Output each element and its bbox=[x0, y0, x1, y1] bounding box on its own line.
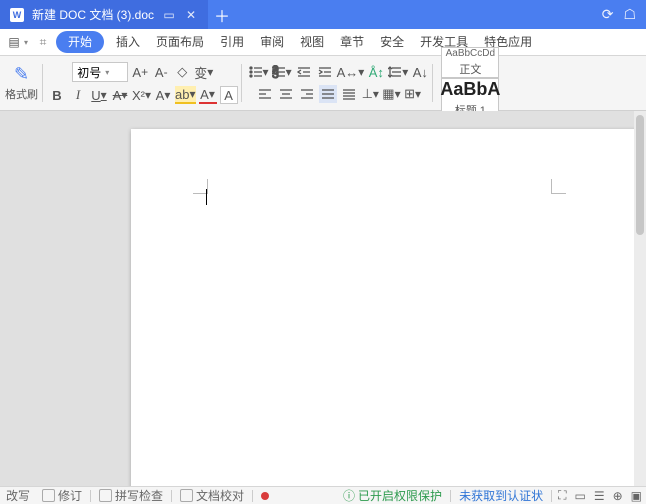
document-tab-title: 新建 DOC 文档 (3).doc bbox=[32, 6, 154, 23]
menu-page-layout[interactable]: 页面布局 bbox=[148, 29, 212, 56]
status-record[interactable] bbox=[255, 492, 275, 500]
web-layout-icon[interactable]: ⊕ bbox=[609, 489, 627, 503]
quick-access-icon[interactable]: ⌗ bbox=[34, 35, 52, 50]
tab-close-icon[interactable]: ✕ bbox=[184, 8, 198, 22]
underline-button[interactable]: U▾ bbox=[90, 86, 108, 104]
svg-text:3: 3 bbox=[272, 67, 279, 79]
menu-insert[interactable]: 插入 bbox=[108, 29, 148, 56]
menu-home[interactable]: 开始 bbox=[56, 31, 104, 53]
print-layout-icon[interactable]: ▭ bbox=[570, 489, 589, 503]
superscript-button[interactable]: X²▾ bbox=[132, 86, 151, 104]
strikethrough-button[interactable]: A▾ bbox=[111, 86, 129, 104]
text-effects-button[interactable]: A▾ bbox=[154, 86, 172, 104]
numbering-button[interactable]: 123▾ bbox=[272, 63, 292, 81]
font-size-value: 初号 bbox=[77, 64, 101, 81]
outline-view-icon[interactable]: ☰ bbox=[590, 489, 609, 503]
file-menu-dropdown-icon[interactable]: ▾ bbox=[24, 38, 34, 47]
menu-view[interactable]: 视图 bbox=[292, 29, 332, 56]
style-body-label: 正文 bbox=[459, 61, 481, 77]
file-menu-icon[interactable]: ▤ bbox=[4, 35, 24, 49]
align-right-button[interactable] bbox=[298, 85, 316, 103]
margin-marker-tr bbox=[551, 179, 566, 194]
highlight-button[interactable]: ab▾ bbox=[175, 86, 196, 104]
increase-indent-button[interactable] bbox=[316, 63, 334, 81]
doc-type-icon: W bbox=[10, 8, 24, 22]
menu-sections[interactable]: 章节 bbox=[332, 29, 372, 56]
bold-button[interactable]: B bbox=[48, 86, 66, 104]
skin-icon[interactable]: ☖ bbox=[623, 6, 636, 23]
italic-button[interactable]: I bbox=[69, 86, 87, 104]
page-canvas[interactable] bbox=[131, 129, 646, 486]
line-spacing-button[interactable]: ▾ bbox=[388, 63, 408, 81]
text-cursor bbox=[206, 189, 207, 205]
phonetic-guide-button[interactable]: 变▾ bbox=[194, 63, 213, 81]
increase-font-button[interactable]: A+ bbox=[131, 63, 149, 81]
chevron-down-icon: ▾ bbox=[105, 68, 109, 77]
char-scale-button[interactable]: A↔▾ bbox=[337, 63, 365, 81]
menu-security[interactable]: 安全 bbox=[372, 29, 412, 56]
clear-format-button[interactable]: ◇ bbox=[173, 63, 191, 81]
char-shading-button[interactable]: A bbox=[220, 86, 238, 104]
vertical-scrollbar[interactable] bbox=[634, 111, 646, 486]
format-painter-button[interactable]: ✎ 格式刷 bbox=[5, 64, 38, 102]
font-color-button[interactable]: A▾ bbox=[199, 86, 217, 104]
reading-view-icon[interactable]: ▣ bbox=[627, 489, 646, 503]
style-body-button[interactable]: AaBbCcDd 正文 bbox=[441, 47, 499, 78]
bullets-button[interactable]: ▾ bbox=[249, 63, 269, 81]
status-spellcheck[interactable]: 拼写检查 bbox=[93, 487, 169, 504]
menu-references[interactable]: 引用 bbox=[212, 29, 252, 56]
status-proofread[interactable]: 文档校对 bbox=[174, 487, 250, 504]
align-justify-button[interactable] bbox=[319, 85, 337, 103]
align-left-button[interactable] bbox=[256, 85, 274, 103]
status-permission[interactable]: ⓘ 已开启权限保护 bbox=[337, 487, 448, 504]
fit-width-icon[interactable]: ⛶ bbox=[554, 488, 570, 503]
text-direction-button[interactable]: Å↕ bbox=[367, 63, 385, 81]
sync-icon[interactable]: ⟳ bbox=[602, 6, 614, 23]
record-icon bbox=[261, 492, 269, 500]
sort-button[interactable]: A↓ bbox=[411, 63, 429, 81]
decrease-indent-button[interactable] bbox=[295, 63, 313, 81]
style-heading1-preview: AaBbA bbox=[440, 79, 500, 100]
menu-review[interactable]: 审阅 bbox=[252, 29, 292, 56]
format-painter-icon: ✎ bbox=[14, 64, 29, 85]
document-workarea[interactable] bbox=[0, 111, 646, 486]
format-painter-label: 格式刷 bbox=[5, 86, 38, 102]
status-rewrite[interactable]: 改写 bbox=[0, 487, 36, 504]
style-body-preview: AaBbCcDd bbox=[446, 48, 495, 59]
align-center-button[interactable] bbox=[277, 85, 295, 103]
status-auth[interactable]: 未获取到认证状 bbox=[453, 487, 549, 504]
borders-button[interactable]: ⊞▾ bbox=[404, 85, 422, 103]
tab-menu-icon[interactable]: ▭ bbox=[162, 8, 176, 22]
scroll-thumb[interactable] bbox=[636, 115, 644, 235]
new-tab-button[interactable]: ＋ bbox=[208, 0, 236, 29]
decrease-font-button[interactable]: A- bbox=[152, 63, 170, 81]
shading-button[interactable]: ▦▾ bbox=[382, 85, 400, 103]
tab-stops-button[interactable]: ⊥▾ bbox=[361, 85, 379, 103]
status-revise[interactable]: 修订 bbox=[36, 487, 88, 504]
font-size-select[interactable]: 初号 ▾ bbox=[72, 62, 128, 82]
align-distribute-button[interactable] bbox=[340, 85, 358, 103]
document-tab[interactable]: W 新建 DOC 文档 (3).doc ▭ ✕ bbox=[0, 0, 208, 29]
